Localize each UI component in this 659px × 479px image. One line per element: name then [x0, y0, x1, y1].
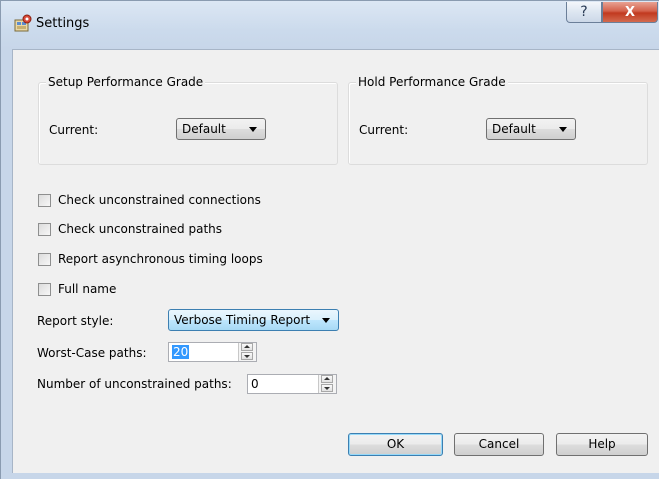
unconstrained-count-spinbox[interactable]: 0	[247, 374, 337, 394]
full-name-checkbox[interactable]	[38, 282, 51, 296]
check-unconstrained-connections-checkbox[interactable]	[38, 193, 51, 207]
window-title: Settings	[36, 16, 90, 31]
report-style-value: Verbose Timing Report	[174, 313, 311, 327]
report-style-select[interactable]: Verbose Timing Report	[168, 309, 339, 331]
help-title-button[interactable]: ?	[566, 2, 602, 23]
hold-grade-title: Hold Performance Grade	[356, 75, 508, 89]
option-label: Check unconstrained paths	[58, 222, 223, 236]
chevron-down-icon	[249, 127, 257, 132]
settings-app-icon	[14, 14, 32, 32]
setup-current-label: Current:	[49, 123, 99, 137]
worst-case-spinbox[interactable]: 20	[168, 342, 257, 362]
dialog-client-area: Setup Performance Grade Current: Default…	[12, 49, 659, 473]
check-unconstrained-connections-option[interactable]: Check unconstrained connections	[38, 192, 261, 208]
hold-grade-value: Default	[492, 122, 536, 136]
chevron-down-icon	[559, 127, 567, 132]
question-icon: ?	[580, 4, 588, 20]
spin-arrows	[238, 343, 256, 361]
close-button[interactable]: X	[602, 2, 658, 23]
title-bar[interactable]: Settings ? X	[1, 1, 659, 49]
settings-dialog: Settings ? X Setup Performance Grade Cur…	[0, 0, 659, 479]
chevron-down-icon	[322, 318, 330, 323]
spin-up-icon[interactable]	[321, 375, 333, 383]
report-async-loops-checkbox[interactable]	[38, 252, 51, 266]
setup-grade-value: Default	[182, 122, 226, 136]
cancel-button[interactable]: Cancel	[454, 433, 544, 456]
report-async-loops-option[interactable]: Report asynchronous timing loops	[38, 251, 263, 267]
check-unconstrained-paths-option[interactable]: Check unconstrained paths	[38, 221, 222, 237]
help-button[interactable]: Help	[556, 433, 648, 456]
option-label: Report asynchronous timing loops	[58, 252, 263, 266]
unconstrained-count-label: Number of unconstrained paths:	[37, 377, 232, 391]
spin-down-icon[interactable]	[321, 384, 333, 392]
setup-grade-title: Setup Performance Grade	[46, 75, 206, 89]
spin-up-icon[interactable]	[241, 343, 253, 351]
option-label: Full name	[58, 282, 117, 296]
full-name-option[interactable]: Full name	[38, 281, 116, 297]
report-style-label: Report style:	[37, 314, 114, 328]
spin-down-icon[interactable]	[241, 352, 253, 360]
close-icon: X	[624, 4, 636, 20]
spin-arrows	[318, 375, 336, 393]
hold-current-label: Current:	[359, 123, 409, 137]
setup-grade-select[interactable]: Default	[176, 118, 266, 140]
check-unconstrained-paths-checkbox[interactable]	[38, 222, 51, 236]
unconstrained-count-value[interactable]: 0	[251, 377, 259, 391]
worst-case-label: Worst-Case paths:	[37, 346, 147, 360]
worst-case-value[interactable]: 20	[172, 345, 190, 359]
ok-button[interactable]: OK	[348, 433, 443, 456]
option-label: Check unconstrained connections	[58, 193, 261, 207]
hold-grade-select[interactable]: Default	[486, 118, 576, 140]
